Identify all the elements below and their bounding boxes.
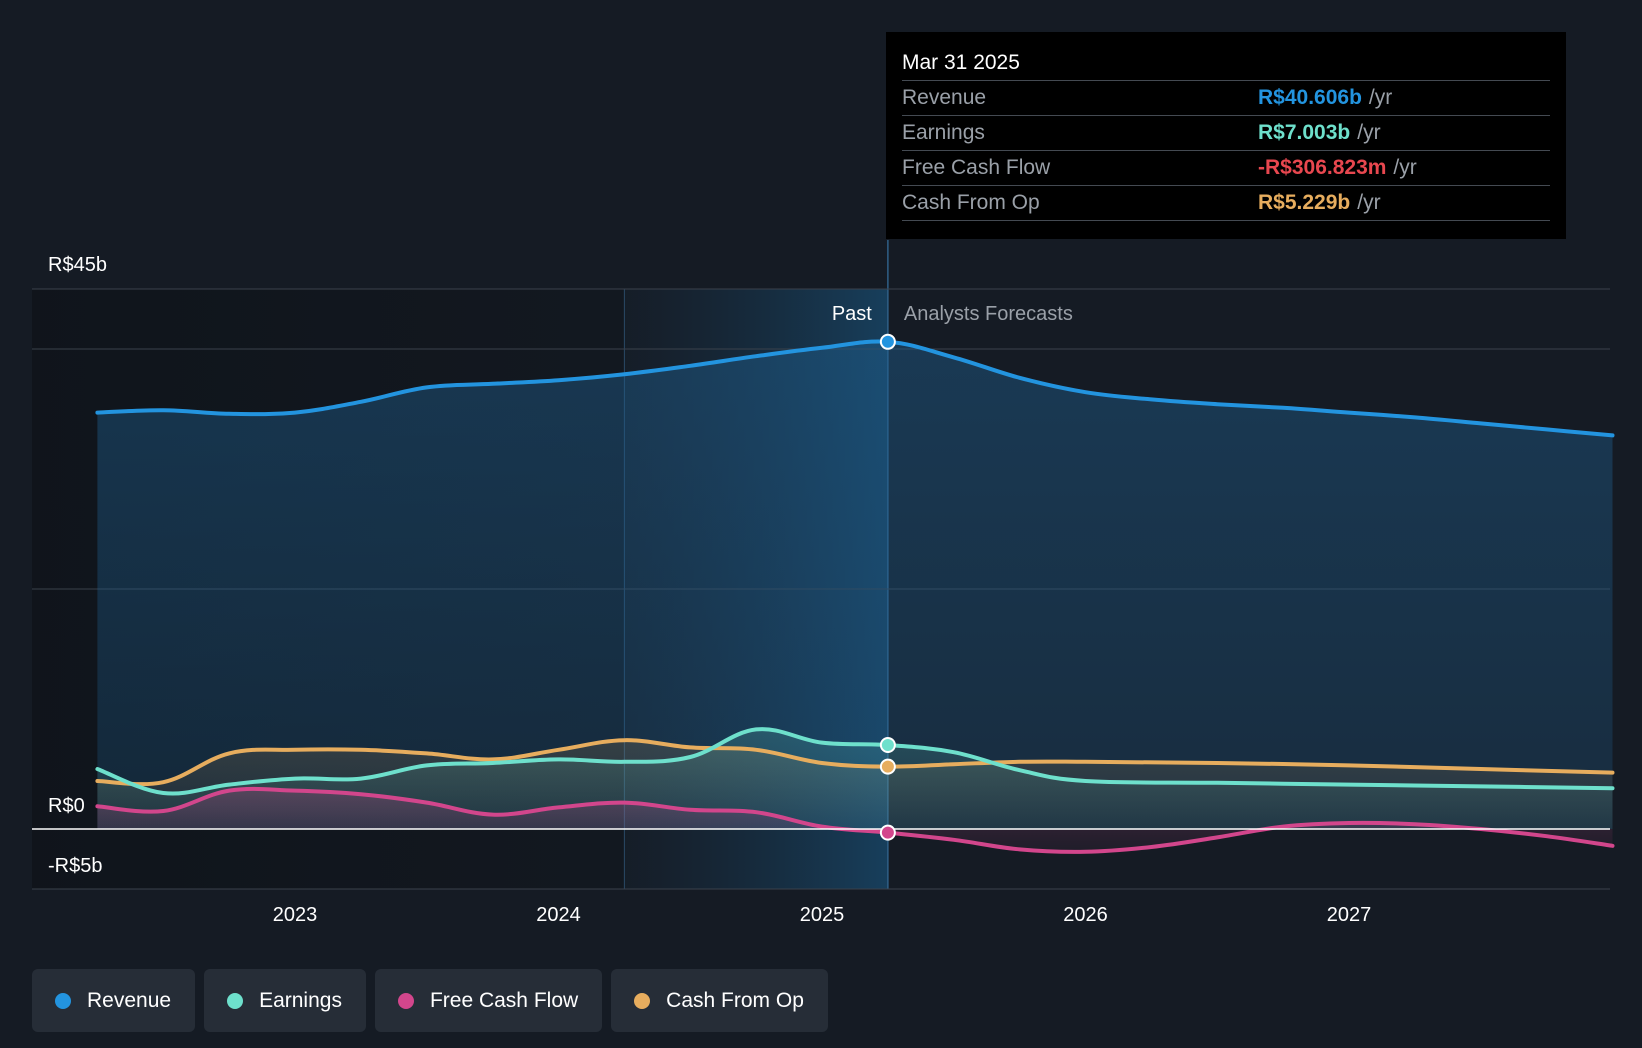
legend-dot-icon xyxy=(634,992,651,1009)
legend-dot-icon xyxy=(397,992,414,1009)
cash-from-op-point xyxy=(879,758,896,775)
legend-dot-icon xyxy=(227,992,244,1009)
legend-label: Revenue xyxy=(87,988,172,1012)
y-axis-label: R$45b xyxy=(48,254,107,276)
legend-dot-icon xyxy=(55,992,71,1009)
tooltip-unit: /yr xyxy=(1357,121,1381,144)
area-layer xyxy=(97,341,1613,852)
tooltip-panel: Mar 31 2025 Revenue R$40.606b /yr Earnin… xyxy=(886,32,1566,239)
tooltip-row-revenue: Revenue R$40.606b /yr xyxy=(902,81,1550,116)
tooltip-label: Revenue xyxy=(902,86,987,109)
tooltip-row-earnings: Earnings R$7.003b /yr xyxy=(902,116,1550,151)
earnings-point xyxy=(879,737,896,753)
tooltip-row-free-cash-flow: Free Cash Flow -R$306.823m /yr xyxy=(902,151,1550,186)
tooltip-value: R$5.229b xyxy=(1258,191,1351,214)
x-tick-label: 2026 xyxy=(1063,904,1108,926)
forecast-label: Analysts Forecasts xyxy=(904,303,1073,325)
x-tick-label: 2024 xyxy=(536,904,581,926)
tooltip-unit: /yr xyxy=(1368,86,1393,109)
legend-item-revenue[interactable]: Revenue xyxy=(32,969,196,1032)
tooltip-value: R$7.003b xyxy=(1258,121,1351,144)
legend-item-free-cash-flow[interactable]: Free Cash Flow xyxy=(374,969,603,1032)
tooltip-label: Earnings xyxy=(902,121,985,144)
tooltip-unit: /yr xyxy=(1393,156,1417,179)
tooltip-unit: /yr xyxy=(1357,191,1381,214)
tooltip-label: Free Cash Flow xyxy=(902,156,1051,179)
tooltip-date: Mar 31 2025 xyxy=(902,46,1550,81)
tooltip-label: Cash From Op xyxy=(902,191,1040,214)
legend-label: Cash From Op xyxy=(666,988,804,1012)
revenue-point xyxy=(879,333,896,350)
y-axis-label: -R$5b xyxy=(48,855,102,877)
x-tick-label: 2027 xyxy=(1327,904,1372,926)
past-label: Past xyxy=(832,303,872,325)
legend-label: Earnings xyxy=(259,988,342,1012)
x-tick-label: 2025 xyxy=(800,904,845,926)
free-cash-flow-point xyxy=(879,824,896,841)
tooltip-value: R$40.606b xyxy=(1258,86,1362,109)
x-tick-label: 2023 xyxy=(273,904,318,926)
legend-item-earnings[interactable]: Earnings xyxy=(204,969,366,1032)
tooltip-value: -R$306.823m xyxy=(1258,156,1387,179)
legend-label: Free Cash Flow xyxy=(429,988,579,1012)
legend: Revenue Earnings Free Cash Flow Cash Fro… xyxy=(32,969,828,1032)
y-axis-label: R$0 xyxy=(48,795,85,817)
chart-root: 2023 2024 2025 2026 2027 R$45b R$0 -R$5b Past Ana… xyxy=(0,0,1642,1048)
legend-item-cash-from-op[interactable]: Cash From Op xyxy=(611,969,828,1032)
tooltip-row-cash-from-op: Cash From Op R$5.229b /yr xyxy=(902,186,1550,221)
